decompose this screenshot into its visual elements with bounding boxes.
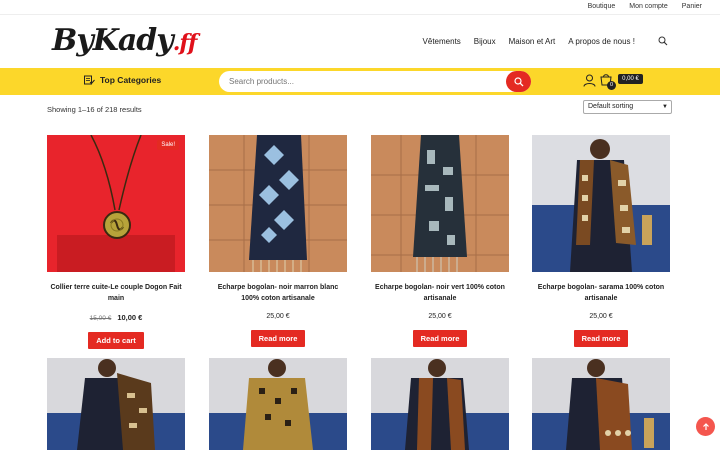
arrow-up-icon — [702, 422, 709, 430]
product-price: 15,00 € 10,00 € — [47, 313, 185, 322]
old-price: 15,00 € — [89, 315, 112, 322]
search-button[interactable] — [506, 71, 531, 92]
product-card: Echarpe bogolan- noir marron blanc 100% … — [209, 135, 347, 347]
nav-maison-art[interactable]: Maison et Art — [509, 37, 556, 46]
product-image[interactable] — [532, 358, 670, 450]
read-more-button[interactable]: Read more — [412, 330, 468, 347]
top-categories-button[interactable]: Top Categories — [84, 75, 161, 85]
product-image[interactable] — [532, 135, 670, 272]
nav-vetements[interactable]: Vêtements — [423, 37, 461, 46]
sorting-select[interactable]: Default sorting ▼ — [583, 100, 672, 114]
nav-bijoux[interactable]: Bijoux — [474, 37, 496, 46]
product-image[interactable] — [209, 358, 347, 450]
product-image[interactable]: Sale! — [47, 135, 185, 272]
top-categories-label: Top Categories — [100, 75, 162, 85]
cart-count-badge: 0 — [607, 81, 616, 90]
logo-suffix: .ff — [172, 30, 198, 56]
top-bar: Boutique Mon compte Panier — [0, 0, 720, 15]
link-panier[interactable]: Panier — [682, 3, 702, 10]
product-price: 25,00 € — [266, 313, 290, 320]
product-price: 25,00 € — [589, 313, 613, 320]
sale-price: 10,00 € — [117, 313, 143, 322]
product-title[interactable]: Collier terre cuite-Le couple Dogon Fait… — [47, 282, 185, 304]
nav-a-propos[interactable]: A propos de nous ! — [568, 37, 635, 46]
list-check-icon — [84, 75, 95, 85]
top-links: Boutique Mon compte Panier — [588, 3, 702, 10]
add-to-cart-button[interactable]: Add to cart — [88, 332, 144, 349]
sale-badge: Sale! — [157, 140, 179, 150]
product-image[interactable] — [371, 358, 509, 450]
product-card: Echarpe bogolan- noir vert 100% coton ar… — [371, 135, 509, 347]
sorting-value: Default sorting — [588, 103, 634, 110]
read-more-button[interactable]: Read more — [573, 330, 629, 347]
link-boutique[interactable]: Boutique — [588, 3, 616, 10]
product-title[interactable]: Echarpe bogolan- sarama 100% coton artis… — [532, 282, 670, 304]
product-title[interactable]: Echarpe bogolan- noir marron blanc 100% … — [209, 282, 347, 304]
product-card: Echarpe bogolan- sarama 100% coton artis… — [532, 135, 670, 347]
product-price: 25,00 € — [428, 313, 452, 320]
main-nav: Vêtements Bijoux Maison et Art A propos … — [423, 37, 635, 46]
read-more-button[interactable]: Read more — [250, 330, 306, 347]
chevron-down-icon: ▼ — [662, 104, 668, 110]
product-title[interactable]: Echarpe bogolan- noir vert 100% coton ar… — [371, 282, 509, 304]
product-card: Sale! Collier terre cuite-Le couple Dogo… — [47, 135, 185, 349]
search-icon[interactable] — [658, 36, 668, 46]
site-header: ByKady.ff Vêtements Bijoux Maison et Art… — [0, 15, 720, 68]
link-mon-compte[interactable]: Mon compte — [629, 3, 668, 10]
product-image[interactable] — [209, 135, 347, 272]
user-icon[interactable] — [583, 74, 596, 87]
results-count: Showing 1–16 of 218 results — [47, 105, 142, 114]
search-icon — [513, 76, 523, 86]
search-input[interactable] — [229, 74, 499, 89]
cart-total[interactable]: 0,00 € — [618, 74, 643, 84]
site-logo[interactable]: ByKady.ff — [52, 21, 197, 63]
product-image[interactable] — [371, 135, 509, 272]
product-search — [219, 71, 531, 92]
logo-main-text: ByKady — [52, 23, 174, 58]
product-image[interactable] — [47, 358, 185, 450]
scroll-to-top-button[interactable] — [696, 417, 715, 436]
